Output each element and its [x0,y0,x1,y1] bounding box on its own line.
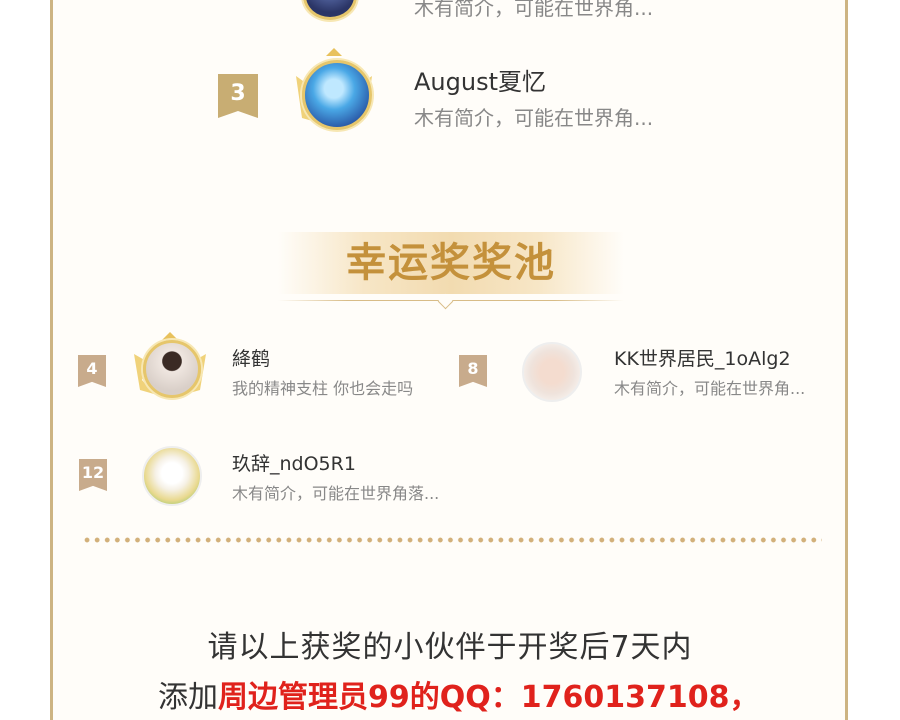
winner-bio: 木有简介，可能在世界角... [414,0,654,20]
dotted-divider [82,537,822,543]
winner-name: 絳鹤 [232,348,271,370]
avatar [143,340,201,398]
winner-bio: 木有简介，可能在世界角... [414,106,654,130]
winner-bio: 木有简介，可能在世界角... [614,379,806,398]
winner-bio: 我的精神支柱 你也会走吗 [232,379,414,398]
winner-name: August夏忆 [414,68,546,96]
winner-bio: 木有简介，可能在世界角落... [232,484,440,503]
admin-qq-highlight: 周边管理员99的QQ：1760137108， [218,680,760,715]
avatar [302,60,372,130]
notice-line-2: 添加周边管理员99的QQ：1760137108， [158,672,760,716]
winner-name: 玖辞_ndO5R1 [232,453,356,475]
avatar [522,342,582,402]
avatar [142,446,202,506]
winner-name: KK世界居民_1oAlg2 [614,348,791,370]
section-title: 幸运奖奖池 [346,239,556,286]
notice-prefix: 添加 [158,680,218,715]
notice-line-1: 请以上获奖的小伙伴于开奖后7天内 [207,630,693,665]
section-banner: 幸运奖奖池 [278,232,624,294]
